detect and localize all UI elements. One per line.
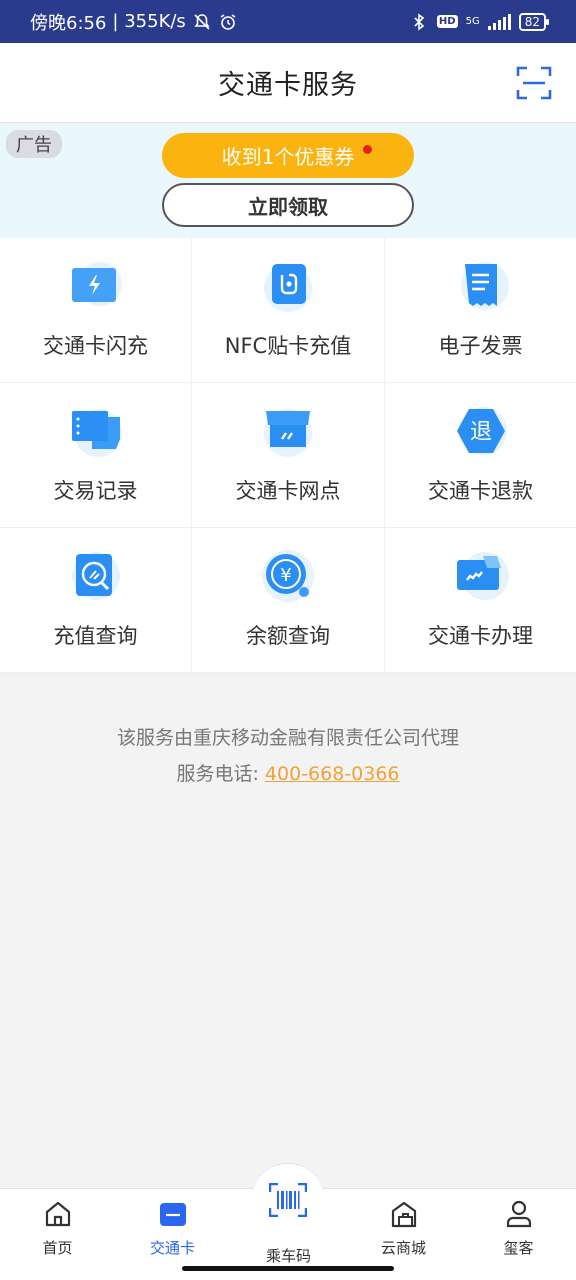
nav-profile[interactable]: 玺客: [461, 1189, 576, 1269]
coupon-label: 收到1个优惠券: [221, 145, 355, 169]
alarm-icon: [218, 12, 238, 32]
service-label: 交通卡退款: [428, 479, 533, 503]
service-invoice[interactable]: 电子发票: [385, 238, 576, 383]
home-indicator[interactable]: [182, 1266, 394, 1271]
nfc-icon: [264, 264, 312, 312]
status-bar: 傍晚6:56 | 355K/s HD 5G 82: [0, 0, 576, 43]
network-type: 5G: [465, 16, 480, 27]
nav-home[interactable]: 首页: [0, 1189, 115, 1269]
records-icon: [71, 409, 122, 457]
bluetooth-icon: [409, 12, 429, 32]
signal-icon: [487, 13, 511, 30]
user-icon: [506, 1200, 531, 1228]
service-outlets[interactable]: 交通卡网点: [192, 383, 385, 528]
scan-button[interactable]: [516, 65, 552, 101]
service-balance-query[interactable]: ¥ 余额查询: [192, 528, 385, 673]
service-flash-charge[interactable]: 交通卡闪充: [0, 238, 192, 383]
mute-bell-icon: [192, 12, 212, 32]
flash-charge-icon: [71, 262, 122, 306]
svg-text:¥: ¥: [280, 565, 291, 586]
refund-icon: 退: [456, 407, 507, 455]
ad-banner[interactable]: 广告 收到1个优惠券 立即领取: [0, 123, 576, 238]
service-label: NFC贴卡充值: [224, 334, 352, 358]
status-time: 傍晚6:56: [30, 12, 107, 34]
coupon-button[interactable]: 收到1个优惠券: [162, 133, 414, 178]
invoice-icon: [460, 262, 509, 310]
nav-label: 交通卡: [149, 1239, 195, 1257]
card-apply-icon: [456, 552, 509, 600]
battery-icon: 82: [518, 12, 550, 31]
ride-code-button[interactable]: [252, 1163, 324, 1235]
mall-icon: [391, 1201, 416, 1228]
recharge-query-icon: [71, 552, 120, 600]
service-card-apply[interactable]: 交通卡办理: [385, 528, 576, 673]
phone-label: 服务电话:: [176, 763, 259, 785]
claim-button[interactable]: 立即领取: [162, 183, 414, 227]
service-label: 交通卡办理: [428, 624, 533, 648]
service-nfc-recharge[interactable]: NFC贴卡充值: [192, 238, 385, 383]
hd-icon: HD: [436, 15, 458, 28]
service-grid: 交通卡闪充 NFC贴卡充值 电子发票 交易记录 交通卡网点 退 交通卡退款 充值…: [0, 238, 576, 673]
barcode-scan-icon: [269, 1182, 307, 1217]
phone-number-link[interactable]: 400-668-0366: [265, 763, 400, 785]
status-speed: | 355K/s: [112, 11, 186, 32]
nav-label: 乘车码: [265, 1247, 311, 1265]
service-label: 交通卡闪充: [43, 334, 148, 358]
card-icon: [159, 1203, 186, 1226]
service-label: 充值查询: [53, 624, 138, 648]
store-icon: [264, 409, 312, 457]
service-label: 交易记录: [53, 479, 138, 503]
svg-text:退: 退: [469, 420, 491, 445]
battery-level: 82: [524, 14, 540, 29]
service-records[interactable]: 交易记录: [0, 383, 192, 528]
scan-icon: [516, 66, 552, 100]
status-left: 傍晚6:56 | 355K/s: [30, 9, 238, 35]
service-recharge-query[interactable]: 充值查询: [0, 528, 192, 673]
page-title: 交通卡服务: [218, 70, 358, 101]
service-label: 余额查询: [246, 624, 330, 648]
phone-line: 服务电话: 400-668-0366: [0, 756, 576, 792]
nav-mall[interactable]: 云商城: [346, 1189, 461, 1269]
nav-label: 云商城: [380, 1239, 426, 1257]
service-info: 该服务由重庆移动金融有限责任公司代理 服务电话: 400-668-0366: [0, 720, 576, 792]
notification-dot: [363, 145, 372, 154]
balance-query-icon: ¥: [262, 550, 314, 602]
service-refund[interactable]: 退 交通卡退款: [385, 383, 576, 528]
header: 交通卡服务: [0, 43, 576, 123]
service-label: 电子发票: [438, 334, 523, 358]
service-label: 交通卡网点: [235, 479, 341, 503]
nav-label: 玺客: [503, 1239, 534, 1257]
home-icon: [45, 1201, 70, 1227]
nav-transit-card[interactable]: 交通卡: [115, 1189, 230, 1269]
nav-label: 首页: [42, 1239, 73, 1257]
claim-label: 立即领取: [248, 194, 328, 219]
agent-text: 该服务由重庆移动金融有限责任公司代理: [116, 727, 459, 749]
ad-tag: 广告: [6, 130, 62, 158]
status-right: HD 5G 82: [409, 12, 550, 32]
